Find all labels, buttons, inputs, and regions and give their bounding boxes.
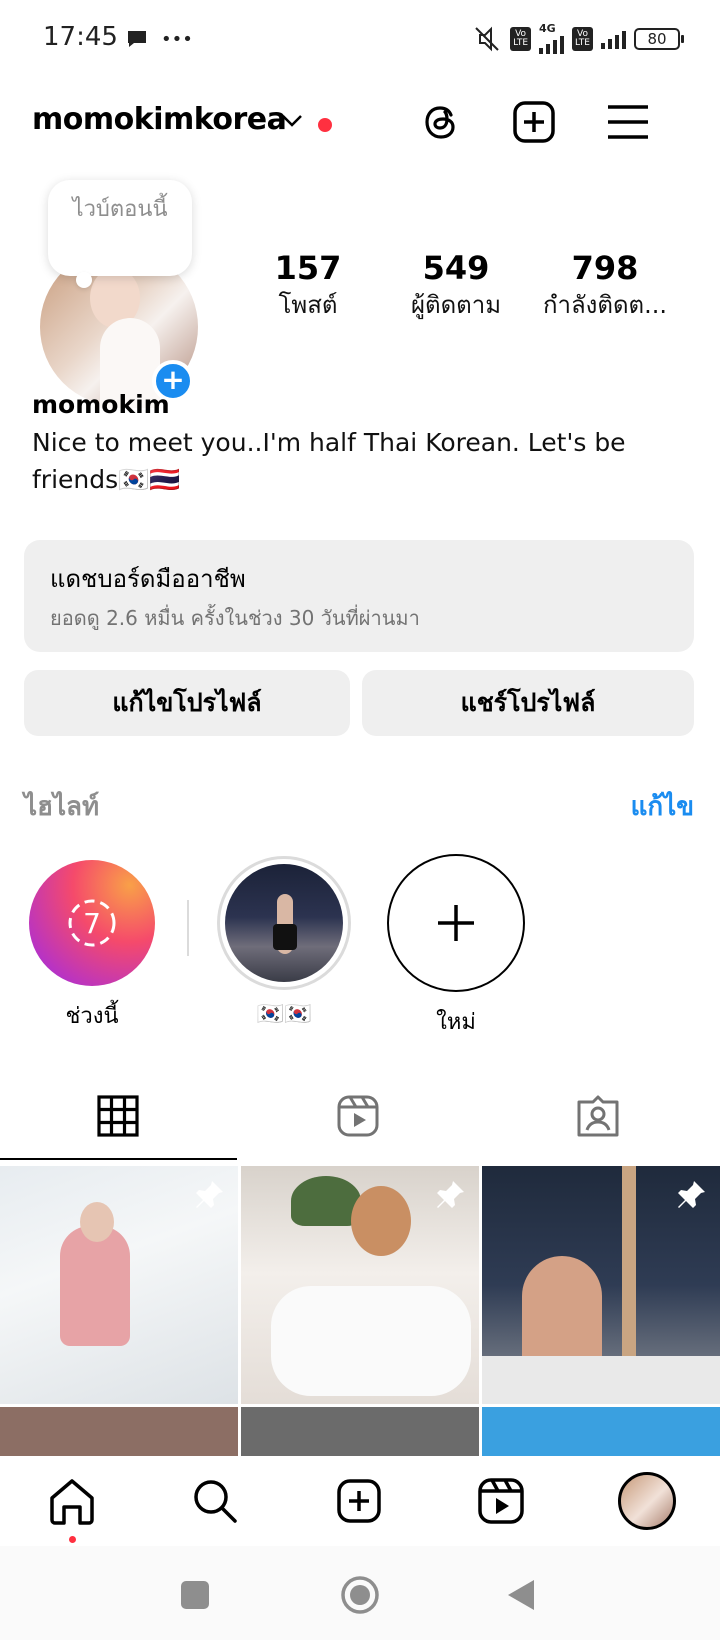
stat-following-label: กำลังติดต... [542,291,668,319]
dashboard-subtitle: ยอดดู 2.6 หมื่น ครั้งในช่วง 30 วันที่ผ่า… [50,606,420,630]
create-post-icon[interactable] [510,98,558,146]
hamburger-menu-icon[interactable] [604,98,652,146]
stat-posts[interactable]: 157 โพสต์ [238,248,378,322]
display-name: momokim [32,390,170,419]
professional-dashboard[interactable]: แดชบอร์ดมืออาชีพ ยอดดู 2.6 หมื่น ครั้งใน… [24,540,694,652]
plus-icon [438,905,474,941]
volte-badge-1: Vo LTE [510,27,532,51]
profile-header: momokimkorea [0,90,720,160]
highlight-divider [187,900,189,956]
recent-apps-icon[interactable] [180,1580,210,1610]
mute-icon [475,26,499,52]
highlight-recent-cover: 7 [29,860,155,986]
post-tile[interactable] [482,1166,720,1404]
stat-followers-label: ผู้ติดตาม [410,291,502,319]
highlights-heading: ไฮไลท์ [24,792,100,822]
threads-icon[interactable] [418,98,466,146]
home-notification-dot [69,1536,76,1543]
grid-icon[interactable] [96,1094,140,1138]
create-nav-icon[interactable] [334,1476,384,1526]
active-tab-indicator [0,1158,237,1160]
chat-bubble-icon [128,31,146,47]
post-tile[interactable] [482,1407,720,1456]
bottom-nav [0,1456,720,1546]
status-time: 17:45 [43,22,118,52]
highlight-korea-cover [217,856,351,990]
back-icon[interactable] [506,1578,536,1612]
post-tile[interactable] [0,1166,238,1404]
dashboard-title: แดชบอร์ดมืออาชีพ [50,565,246,593]
search-icon[interactable] [190,1476,240,1526]
chevron-down-icon[interactable] [280,110,304,130]
post-tile[interactable] [241,1407,479,1456]
status-bar: 17:45 ••• Vo LTE 4G Vo LTE 80 [0,0,720,80]
account-notification-dot [318,118,332,132]
posts-grid [0,1166,720,1456]
svg-text:7: 7 [83,907,101,940]
account-username[interactable]: momokimkorea [32,102,287,137]
system-nav-bar [0,1546,720,1640]
network-type: 4G [539,23,565,54]
edit-profile-button[interactable]: แก้ไขโปรไฟล์ [24,670,350,736]
battery-indicator: 80 [634,28,684,50]
highlight-korea-label: 🇰🇷🇰🇷 [256,1002,312,1027]
reels-tab-icon[interactable] [336,1094,380,1138]
pin-icon [196,1181,223,1208]
post-tile[interactable] [0,1407,238,1456]
highlights-edit-link[interactable]: แก้ไข [631,786,694,827]
profile-tabs [0,1078,720,1164]
highlight-new-label: ใหม่ [436,1010,476,1035]
signal-bars-1-icon [539,34,565,54]
status-notification-icons: ••• [126,26,193,51]
profile-bio: Nice to meet you..I'm half Thai Korean. … [32,428,626,494]
stat-posts-value: 157 [274,249,342,287]
recent-clock-icon: 7 [68,899,116,947]
home-icon[interactable] [47,1476,97,1526]
reels-icon[interactable] [476,1476,526,1526]
stat-followers-value: 549 [422,249,490,287]
volte-badge-2: Vo LTE [572,27,593,51]
highlight-recent-label: ช่วงนี้ [65,1004,119,1029]
profile-nav-avatar[interactable] [618,1472,676,1530]
stat-followers[interactable]: 549 ผู้ติดตาม [386,248,526,322]
tagged-tab-icon[interactable] [576,1094,620,1138]
highlight-new[interactable]: ใหม่ [386,854,526,1039]
status-right: Vo LTE 4G Vo LTE 80 [472,23,684,54]
pin-icon [437,1181,464,1208]
signal-bars-2-icon [601,29,626,49]
highlight-korea[interactable]: 🇰🇷🇰🇷 [214,856,354,1027]
stat-following-value: 798 [571,249,639,287]
highlight-recent[interactable]: 7 ช่วงนี้ [22,860,162,1033]
share-profile-button[interactable]: แชร์โปรไฟล์ [362,670,694,736]
pin-icon [678,1181,705,1208]
more-notifications-indicator: ••• [161,29,193,50]
home-system-icon[interactable] [340,1575,380,1615]
stat-following[interactable]: 798 กำลังติดต... [530,248,680,322]
stat-posts-label: โพสต์ [278,291,338,319]
post-tile[interactable] [241,1166,479,1404]
highlight-new-circle [387,854,525,992]
note-bubble[interactable]: ไวบ์ตอนนี้ [48,180,192,288]
